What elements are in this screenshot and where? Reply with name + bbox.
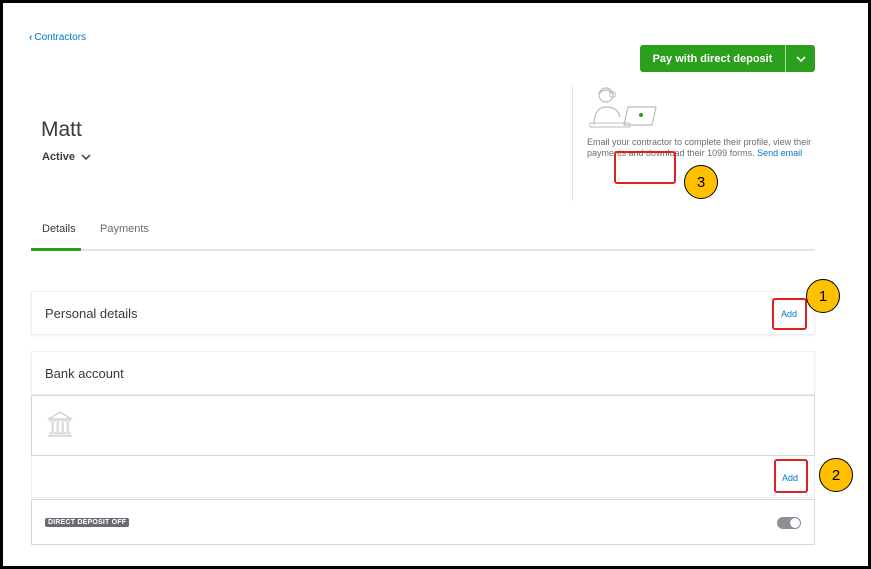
send-email-link[interactable]: Send email	[757, 148, 802, 158]
direct-deposit-status-badge: DIRECT DEPOSIT OFF	[45, 518, 130, 527]
personal-details-card: Personal details Add	[31, 291, 815, 335]
bank-account-add-highlight	[774, 459, 808, 493]
chevron-down-icon	[795, 55, 806, 62]
chevron-down-icon	[81, 154, 91, 160]
back-link-label: Contractors	[34, 32, 87, 43]
pay-button-main[interactable]: Pay with direct deposit	[640, 45, 785, 72]
callout-3: 3	[684, 165, 718, 199]
bank-account-add-row: Add	[31, 456, 815, 498]
personal-details-add-highlight	[772, 298, 807, 330]
pay-button-dropdown[interactable]	[785, 45, 815, 72]
status-label: Active	[42, 151, 76, 163]
tab-details[interactable]: Details	[31, 223, 81, 251]
contractor-tabs: Details Payments	[31, 221, 815, 251]
status-dropdown[interactable]: Active	[42, 151, 91, 163]
pay-button-label: Pay with direct deposit	[652, 52, 773, 65]
bank-account-body	[31, 395, 815, 456]
callout-1: 1	[806, 279, 840, 313]
direct-deposit-toggle[interactable]	[777, 517, 801, 529]
bank-account-card: Bank account	[31, 351, 815, 395]
pay-with-direct-deposit-button[interactable]: Pay with direct deposit	[640, 45, 815, 72]
chevron-left-icon: ‹	[29, 32, 33, 43]
bank-icon	[47, 411, 73, 437]
toggle-knob	[790, 518, 800, 528]
personal-details-title: Personal details	[45, 306, 138, 321]
back-to-contractors-link[interactable]: ‹ Contractors	[29, 32, 86, 43]
send-email-highlight	[614, 151, 676, 184]
screenshot-frame: ‹ Contractors Pay with direct deposit Ma…	[0, 0, 871, 569]
header-divider	[572, 85, 573, 201]
callout-2: 2	[819, 458, 853, 492]
bank-account-title: Bank account	[45, 366, 124, 381]
contractor-name: Matt	[41, 118, 82, 141]
tab-payments[interactable]: Payments	[100, 223, 149, 235]
direct-deposit-row: DIRECT DEPOSIT OFF	[31, 499, 815, 545]
contractor-email-illustration	[589, 87, 657, 128]
